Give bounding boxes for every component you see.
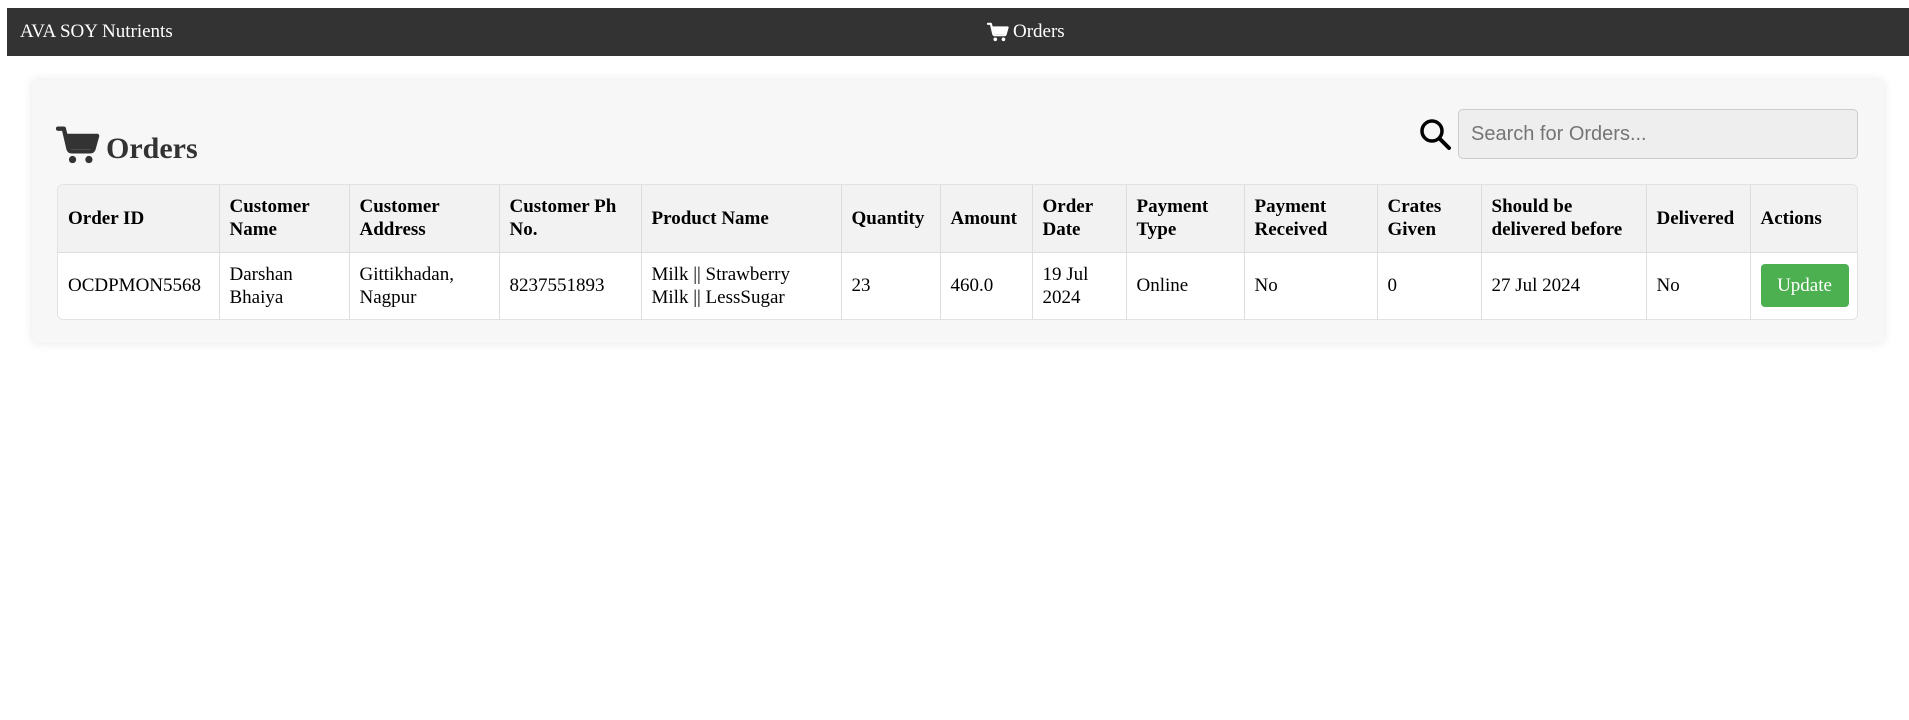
column-header[interactable]: Crates Given <box>1377 185 1482 253</box>
payment-received-cell: No <box>1244 252 1378 319</box>
actions-cell: Update <box>1750 252 1857 319</box>
order-date-cell: 19 Jul 2024 <box>1032 252 1127 319</box>
column-header[interactable]: Should be delivered before <box>1481 185 1647 253</box>
page-title: Orders <box>55 125 198 173</box>
product-line: Milk || LessSugar <box>651 286 785 308</box>
column-header[interactable]: Quantity <box>841 185 941 253</box>
nav-orders-label: Orders <box>1013 21 1065 42</box>
column-header[interactable]: Customer Name <box>219 185 350 253</box>
customer-name-cell: Darshan Bhaiya <box>219 252 350 319</box>
brand-name[interactable]: AVA SOY Nutrients <box>20 8 173 56</box>
order-id-cell: OCDPMON5568 <box>58 252 220 319</box>
column-header: Actions <box>1750 185 1857 253</box>
column-header[interactable]: Customer Address <box>349 185 500 253</box>
cart-icon <box>55 125 100 173</box>
table-row[interactable]: OCDPMON5568 Darshan Bhaiya Gittikhadan, … <box>58 252 1857 319</box>
column-header[interactable]: Order Date <box>1032 185 1127 253</box>
search-input[interactable] <box>1458 109 1858 159</box>
column-header[interactable]: Payment Received <box>1244 185 1378 253</box>
cart-icon <box>987 22 1009 42</box>
search-bar <box>1418 109 1858 159</box>
orders-card: Orders Order ID Customer Name Customer <box>32 80 1884 343</box>
top-navbar: AVA SOY Nutrients Orders <box>7 8 1909 56</box>
deliver-before-cell: 27 Jul 2024 <box>1481 252 1647 319</box>
orders-table-container: Order ID Customer Name Customer Address … <box>57 184 1858 320</box>
payment-type-cell: Online <box>1126 252 1245 319</box>
column-header[interactable]: Delivered <box>1646 185 1751 253</box>
table-header-row: Order ID Customer Name Customer Address … <box>58 185 1857 253</box>
nav-orders-link[interactable]: Orders <box>987 8 1065 56</box>
customer-address-cell: Gittikhadan, Nagpur <box>349 252 500 319</box>
search-icon <box>1418 117 1452 151</box>
amount-cell: 460.0 <box>940 252 1033 319</box>
column-header[interactable]: Amount <box>940 185 1033 253</box>
orders-table: Order ID Customer Name Customer Address … <box>58 185 1857 319</box>
delivered-cell: No <box>1646 252 1751 319</box>
update-button[interactable]: Update <box>1760 264 1849 308</box>
column-header[interactable]: Customer Ph No. <box>499 185 642 253</box>
column-header[interactable]: Order ID <box>58 185 220 253</box>
page-title-label: Orders <box>106 132 198 165</box>
product-name-cell: Milk || Strawberry Milk || LessSugar <box>641 252 842 319</box>
column-header[interactable]: Product Name <box>641 185 842 253</box>
crates-given-cell: 0 <box>1377 252 1482 319</box>
customer-phone-cell: 8237551893 <box>499 252 642 319</box>
product-line: Milk || Strawberry <box>651 263 790 285</box>
quantity-cell: 23 <box>841 252 941 319</box>
column-header[interactable]: Payment Type <box>1126 185 1245 253</box>
